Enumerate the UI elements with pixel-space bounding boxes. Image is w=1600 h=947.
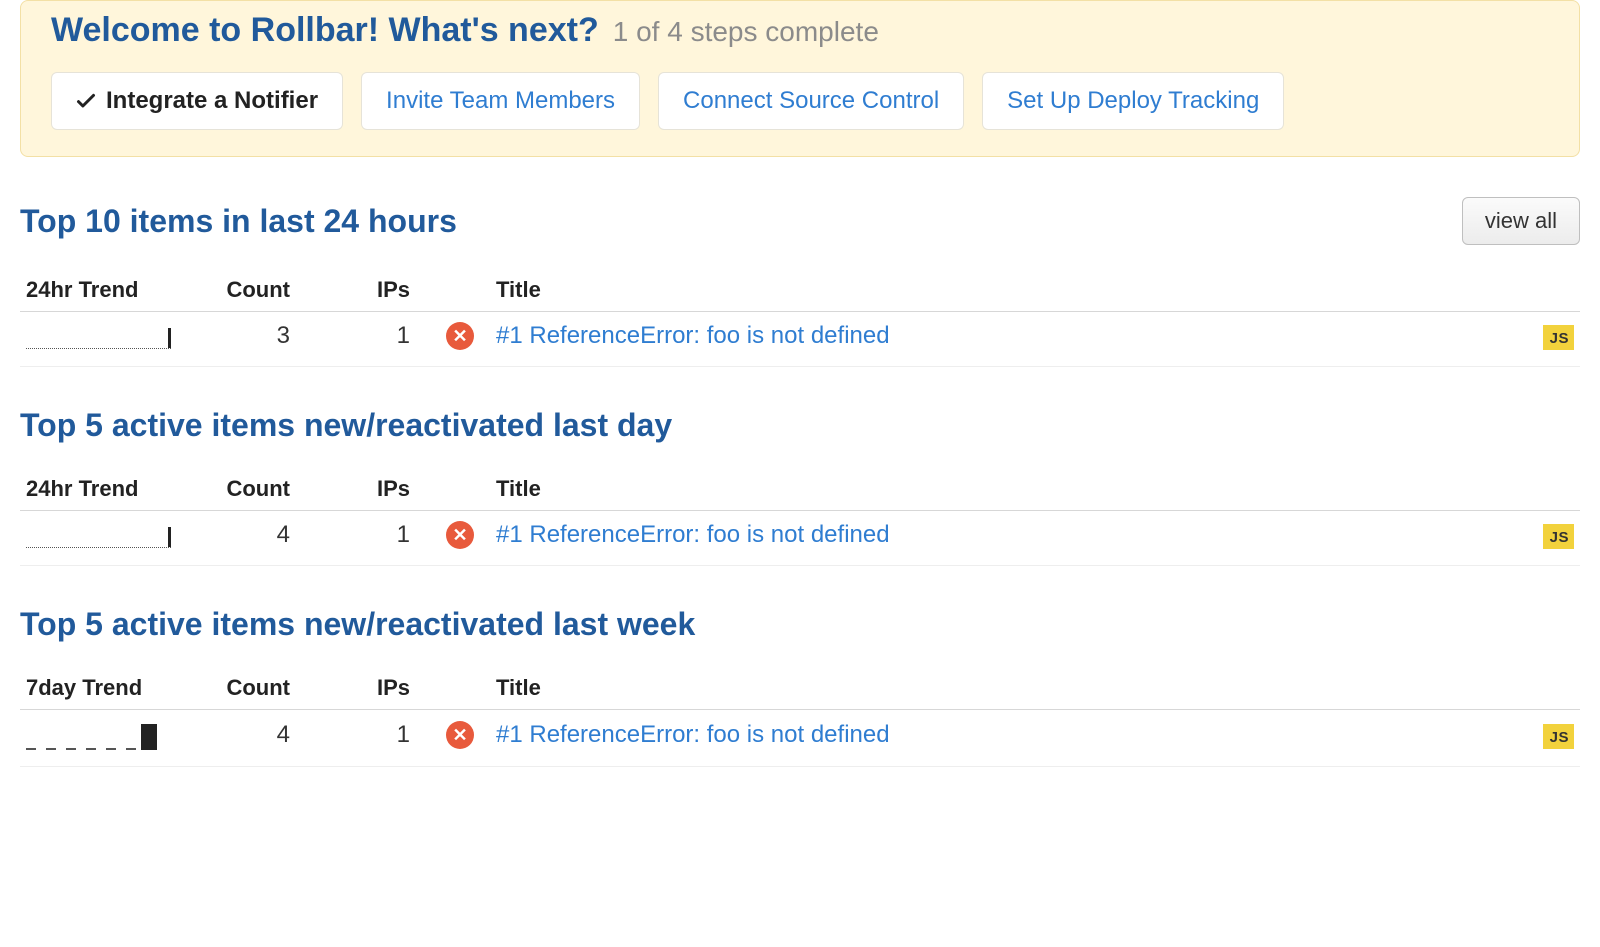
col-ips: IPs [326, 277, 436, 303]
col-count: Count [206, 675, 316, 701]
item-link[interactable]: #1 ReferenceError: foo is not defined [496, 521, 890, 548]
cell-ips: 1 [326, 521, 436, 549]
table-header: 24hr Trend Count IPs Title [20, 468, 1580, 511]
cell-count: 3 [206, 322, 316, 350]
table-header: 24hr Trend Count IPs Title [20, 269, 1580, 312]
cell-ips: 1 [326, 721, 436, 749]
cell-count: 4 [206, 721, 316, 749]
cell-count: 4 [206, 521, 316, 549]
col-title: Title [496, 675, 1504, 701]
items-table: 24hr Trend Count IPs Title 3 1 ✕ #1 Refe… [20, 269, 1580, 367]
col-ips: IPs [326, 476, 436, 502]
col-count: Count [206, 476, 316, 502]
col-trend: 7day Trend [26, 675, 196, 701]
trend-sparkline [26, 522, 171, 548]
lang-badge: JS [1543, 524, 1574, 549]
step-label: Connect Source Control [683, 87, 939, 115]
onboarding-banner: Welcome to Rollbar! What's next? 1 of 4 … [20, 0, 1580, 157]
section-title: Top 5 active items new/reactivated last … [20, 606, 695, 643]
col-trend: 24hr Trend [26, 277, 196, 303]
step-label: Invite Team Members [386, 87, 615, 115]
items-table: 24hr Trend Count IPs Title 4 1 ✕ #1 Refe… [20, 468, 1580, 566]
section-title: Top 5 active items new/reactivated last … [20, 407, 672, 444]
step-connect-source-control[interactable]: Connect Source Control [658, 72, 964, 130]
table-row: 3 1 ✕ #1 ReferenceError: foo is not defi… [20, 312, 1580, 367]
check-icon [76, 91, 96, 111]
table-row: 4 1 ✕ #1 ReferenceError: foo is not defi… [20, 511, 1580, 566]
error-icon: ✕ [446, 322, 474, 350]
error-icon: ✕ [446, 521, 474, 549]
step-integrate-notifier[interactable]: Integrate a Notifier [51, 72, 343, 130]
step-setup-deploy-tracking[interactable]: Set Up Deploy Tracking [982, 72, 1284, 130]
section-top5-new-day: Top 5 active items new/reactivated last … [20, 407, 1580, 566]
onboarding-progress: 1 of 4 steps complete [613, 16, 879, 48]
section-top5-new-week: Top 5 active items new/reactivated last … [20, 606, 1580, 767]
lang-badge: JS [1543, 325, 1574, 350]
table-header: 7day Trend Count IPs Title [20, 667, 1580, 710]
trend-sparkline [26, 323, 171, 349]
step-label: Set Up Deploy Tracking [1007, 87, 1259, 115]
lang-badge: JS [1543, 724, 1574, 749]
table-row: 4 1 ✕ #1 ReferenceError: foo is not defi… [20, 710, 1580, 767]
col-trend: 24hr Trend [26, 476, 196, 502]
section-top10-24h: Top 10 items in last 24 hours view all 2… [20, 197, 1580, 367]
item-link[interactable]: #1 ReferenceError: foo is not defined [496, 721, 890, 748]
onboarding-steps: Integrate a Notifier Invite Team Members… [51, 72, 1549, 130]
col-count: Count [206, 277, 316, 303]
step-invite-team[interactable]: Invite Team Members [361, 72, 640, 130]
onboarding-title: Welcome to Rollbar! What's next? [51, 11, 599, 50]
section-title: Top 10 items in last 24 hours [20, 203, 457, 240]
error-icon: ✕ [446, 721, 474, 749]
trend-sparkline [26, 720, 171, 750]
items-table: 7day Trend Count IPs Title 4 1 ✕ #1 Refe… [20, 667, 1580, 767]
step-label: Integrate a Notifier [106, 87, 318, 115]
col-ips: IPs [326, 675, 436, 701]
item-link[interactable]: #1 ReferenceError: foo is not defined [496, 322, 890, 349]
col-title: Title [496, 476, 1504, 502]
col-title: Title [496, 277, 1504, 303]
cell-ips: 1 [326, 322, 436, 350]
view-all-button[interactable]: view all [1462, 197, 1580, 245]
